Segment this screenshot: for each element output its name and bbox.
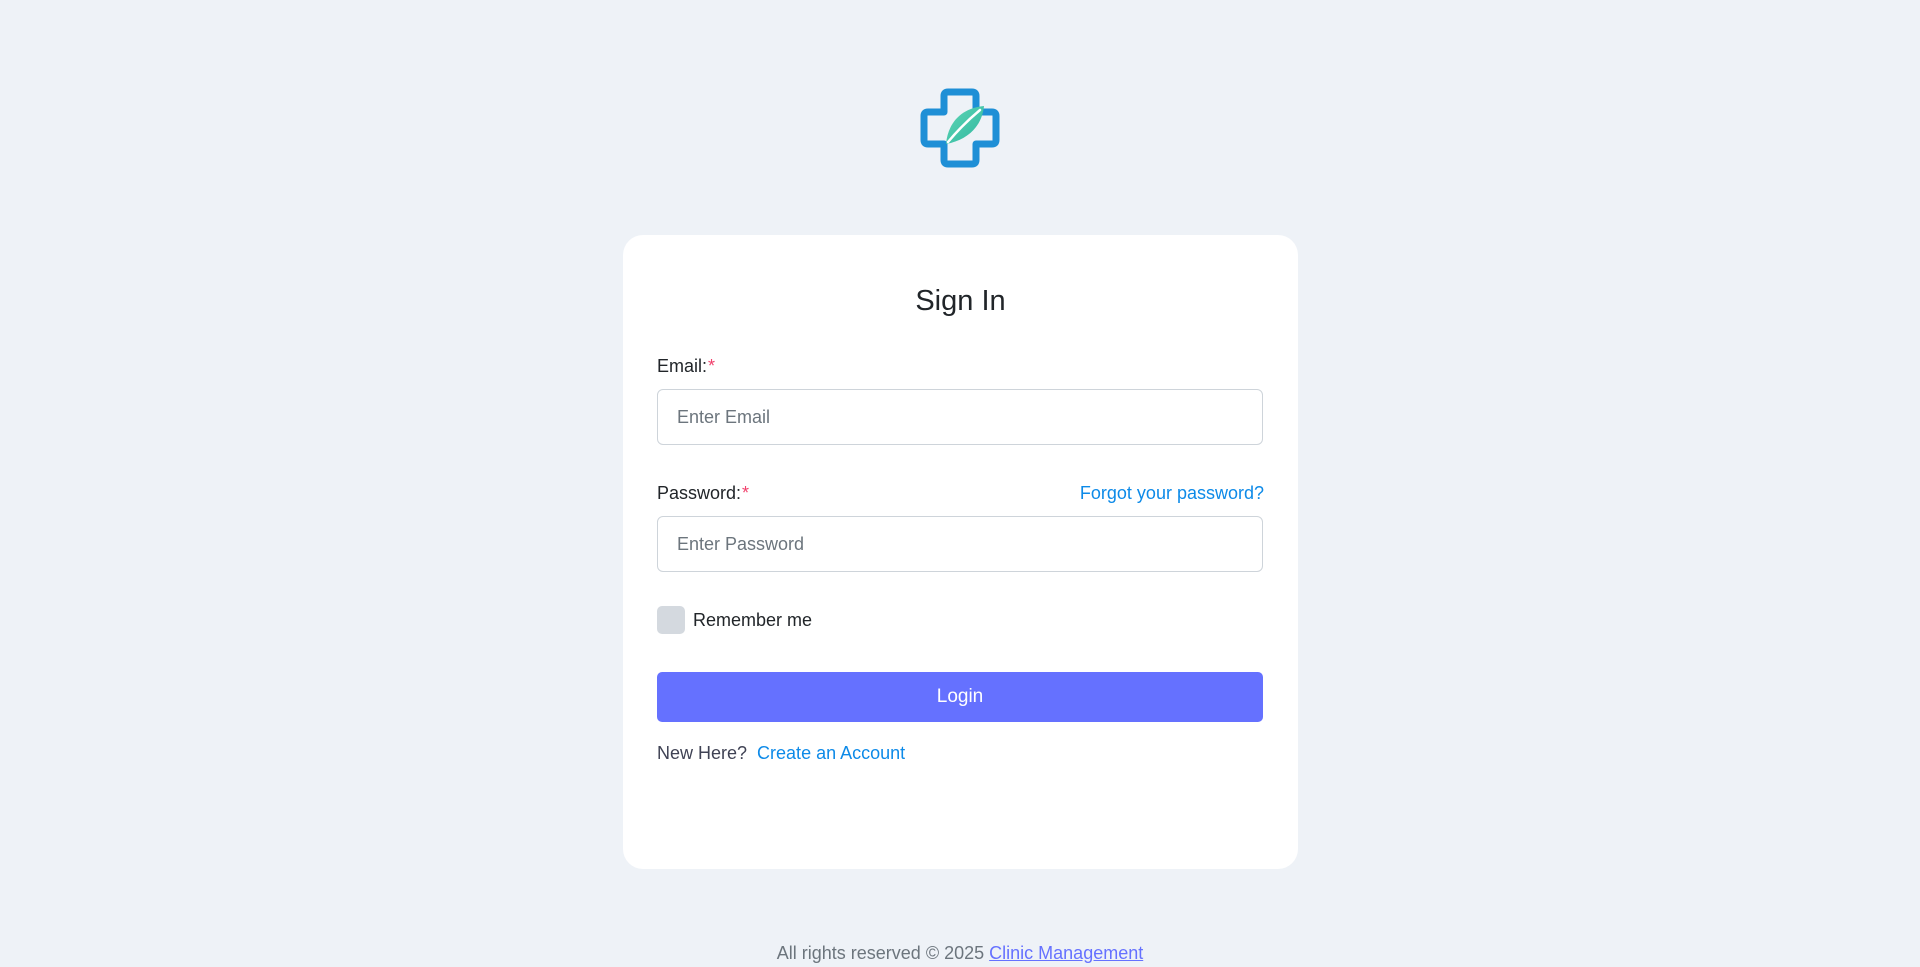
remember-me-row: Remember me	[657, 606, 812, 634]
required-mark: *	[708, 356, 716, 376]
email-field[interactable]	[657, 389, 1263, 445]
footer-text: All rights reserved © 2025	[776, 943, 985, 963]
required-mark: *	[742, 483, 750, 503]
password-field[interactable]	[657, 516, 1263, 572]
sign-in-card: Sign In Email:* Password:* Forgot your p…	[623, 235, 1298, 869]
create-account-link[interactable]: Create an Account	[757, 743, 905, 764]
password-label: Password:*	[657, 483, 750, 503]
signup-prompt: New Here?	[657, 743, 748, 763]
remember-me-label[interactable]: Remember me	[693, 610, 812, 631]
email-label: Email:*	[657, 356, 716, 376]
password-label-row: Password:* Forgot your password?	[657, 483, 1264, 504]
footer-brand-link[interactable]: Clinic Management	[989, 943, 1143, 963]
footer: All rights reserved © 2025 Clinic Manage…	[0, 943, 1920, 964]
login-button[interactable]: Login	[657, 672, 1263, 722]
email-label-row: Email:*	[657, 356, 1264, 377]
signup-row: New Here? Create an Account	[657, 743, 905, 764]
clinic-logo-icon	[920, 88, 1000, 168]
remember-me-checkbox[interactable]	[657, 606, 685, 634]
page-title: Sign In	[915, 285, 1006, 317]
forgot-password-link[interactable]: Forgot your password?	[1080, 483, 1264, 504]
